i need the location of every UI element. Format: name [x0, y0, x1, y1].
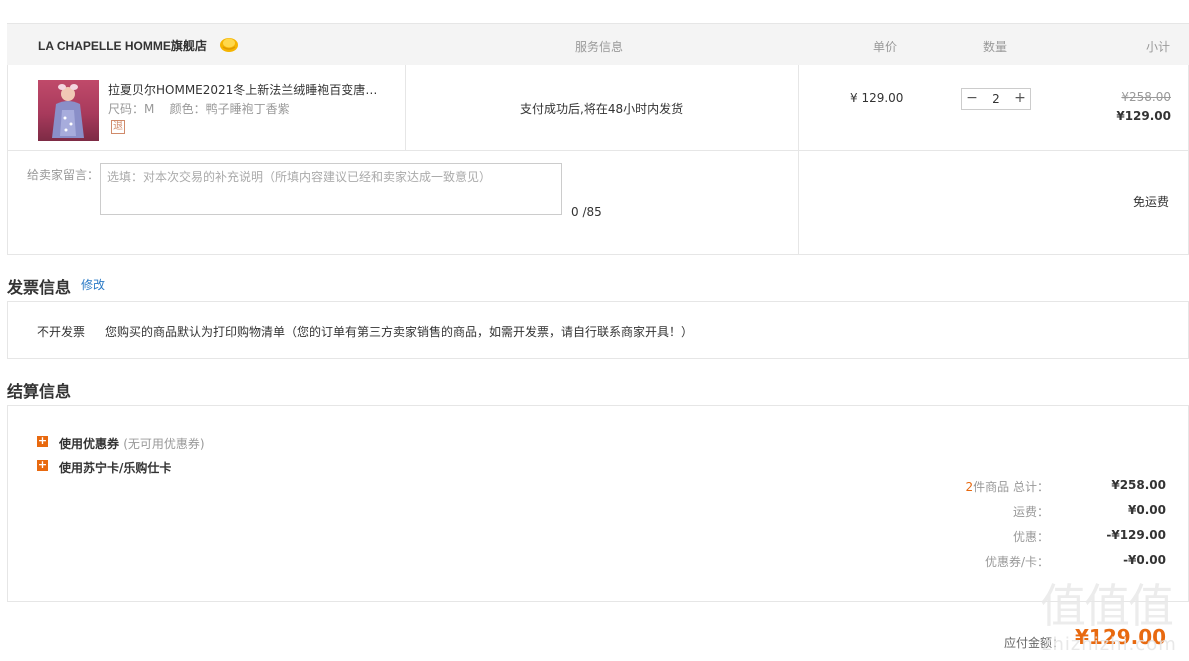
seller-message-input[interactable]: [100, 163, 562, 215]
settlement-section-title: 结算信息: [7, 382, 72, 401]
minus-icon[interactable]: −: [964, 91, 980, 107]
divider: [798, 65, 799, 255]
product-specs: 尺码：M 颜色：鸭子睡袍丁香紫: [108, 102, 290, 116]
summary-freight-value: ¥0.00: [1128, 503, 1166, 517]
product-title[interactable]: 拉夏贝尔HOMME2021冬上新法兰绒睡袍百变唐老...: [108, 81, 388, 98]
quantity-stepper: − 2 +: [961, 88, 1031, 110]
use-coupon-option[interactable]: 使用优惠券 (无可用优惠券): [59, 435, 205, 452]
service-info: 支付成功后,将在48小时内发货: [520, 102, 684, 116]
settlement-box: + 使用优惠券 (无可用优惠券) + 使用苏宁卡/乐购仕卡 2件商品 总计： ¥…: [7, 405, 1189, 602]
original-subtotal: ¥258.00: [1121, 90, 1171, 104]
message-char-counter: 0 /85: [571, 205, 602, 219]
summary-coupon-value: -¥0.00: [1123, 553, 1166, 567]
product-thumbnail[interactable]: [38, 80, 99, 141]
invoice-note: 您购买的商品默认为打印购物清单（您的订单有第三方卖家销售的商品，如需开发票，请自…: [105, 325, 694, 339]
quantity-value[interactable]: 2: [986, 92, 1006, 106]
store-badge-icon: [220, 38, 238, 52]
column-unit-price-header: 单价: [873, 40, 898, 54]
coupon-option-hint: (无可用优惠券): [123, 437, 205, 451]
use-card-option[interactable]: 使用苏宁卡/乐购仕卡: [59, 459, 171, 476]
column-quantity-header: 数量: [983, 40, 1008, 54]
item-subtotal: ¥129.00: [1116, 109, 1171, 123]
seller-message-label: 给卖家留言：: [27, 168, 100, 182]
invoice-edit-link[interactable]: 修改: [81, 276, 105, 293]
expand-plus-icon[interactable]: +: [37, 435, 48, 447]
summary-freight-label: 运费：: [1012, 505, 1049, 519]
payable-amount: ¥129.00: [1075, 625, 1167, 649]
column-service-header: 服务信息: [575, 40, 624, 54]
invoice-type: 不开发票: [37, 325, 86, 339]
column-subtotal-header: 小计: [1145, 40, 1170, 54]
expand-plus-icon[interactable]: +: [37, 459, 48, 471]
summary-total-value: ¥258.00: [1111, 478, 1166, 492]
summary-discount-label: 优惠：: [1012, 530, 1049, 544]
store-name[interactable]: LA CHAPELLE HOMME旗舰店: [38, 37, 207, 54]
invoice-box: 不开发票 您购买的商品默认为打印购物清单（您的订单有第三方卖家销售的商品，如需开…: [7, 301, 1189, 359]
divider: [405, 65, 406, 151]
summary-discount-value: -¥129.00: [1106, 528, 1166, 542]
summary-total-label: 2件商品 总计：: [966, 478, 1049, 495]
store-header: LA CHAPELLE HOMME旗舰店 服务信息 单价 数量 小计: [7, 23, 1189, 65]
payable-label: 应付金额：: [1004, 636, 1065, 650]
order-item-box: 拉夏贝尔HOMME2021冬上新法兰绒睡袍百变唐老... 尺码：M 颜色：鸭子睡…: [7, 65, 1189, 255]
coupon-option-label: 使用优惠券: [59, 437, 120, 451]
summary-coupon-label: 优惠券/卡：: [984, 555, 1049, 569]
shipping-info: 免运费: [1132, 195, 1169, 209]
unit-price: ¥ 129.00: [850, 91, 904, 105]
invoice-section-title: 发票信息: [7, 278, 72, 297]
product-row: 拉夏贝尔HOMME2021冬上新法兰绒睡袍百变唐老... 尺码：M 颜色：鸭子睡…: [8, 65, 1189, 255]
refund-tag-icon: 退: [111, 120, 125, 134]
product-image-graphic: [52, 84, 84, 138]
plus-icon[interactable]: +: [1012, 91, 1028, 107]
total-label-text: 件商品 总计：: [973, 480, 1049, 494]
